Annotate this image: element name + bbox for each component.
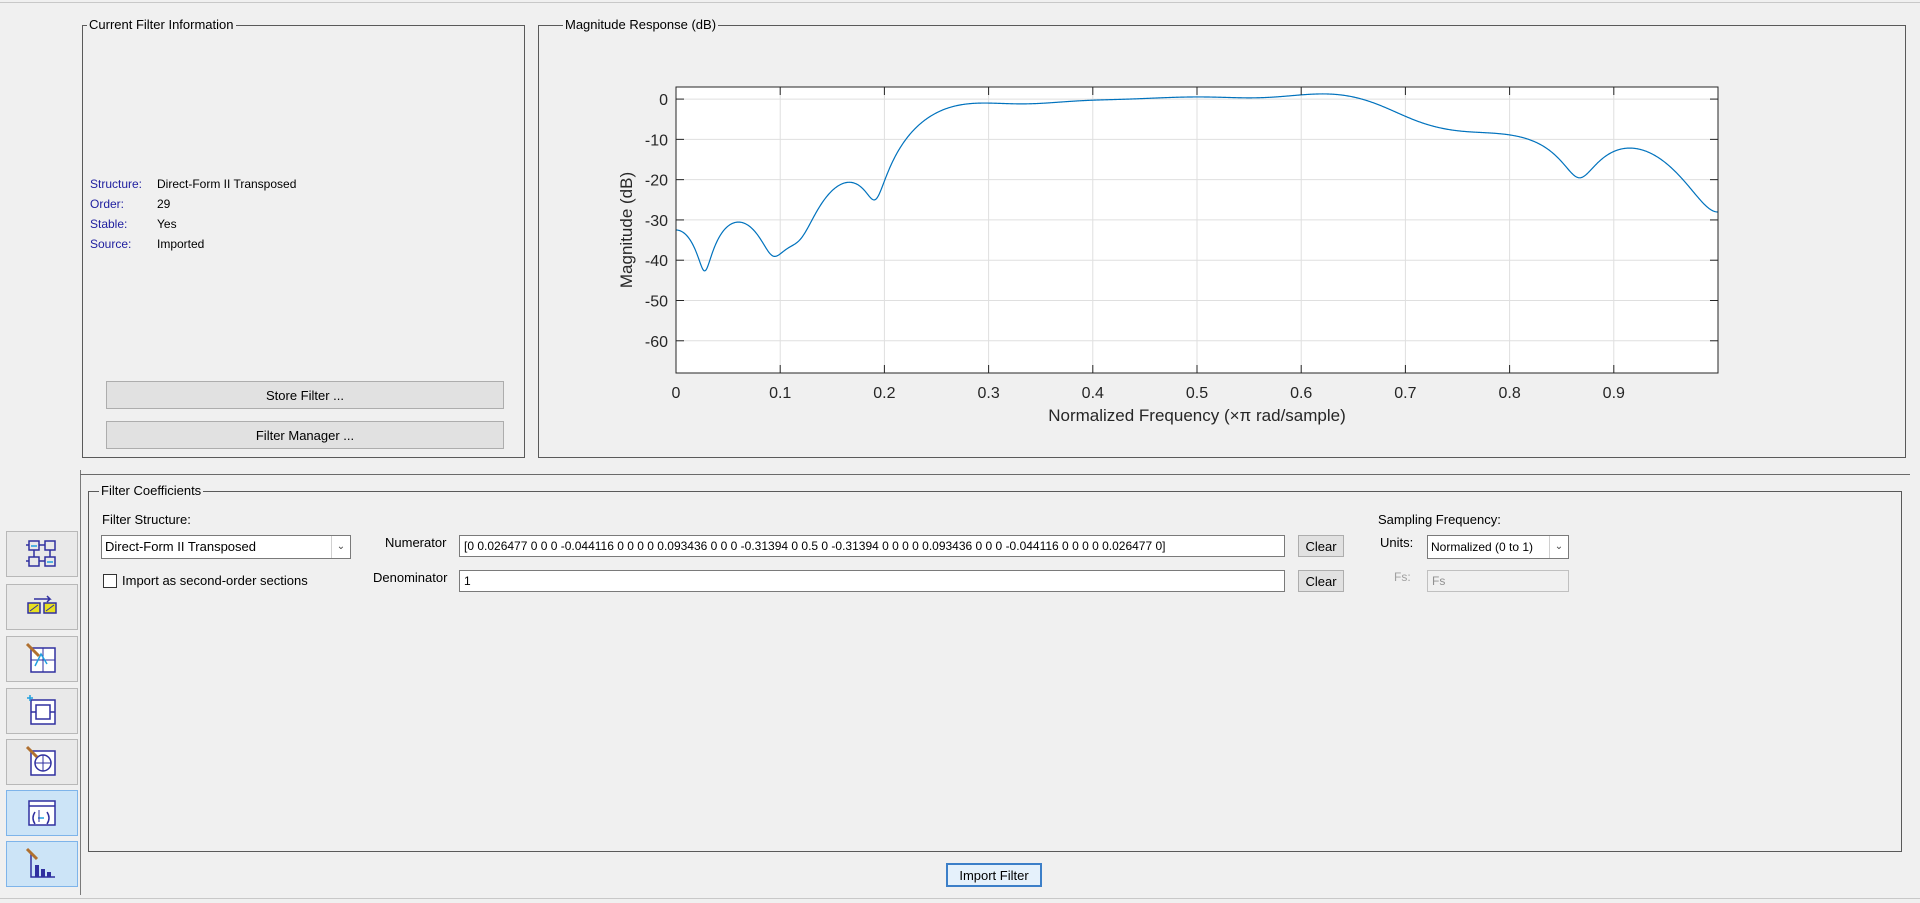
sos-checkbox-label: Import as second-order sections — [122, 573, 308, 588]
window-top-border — [0, 2, 1920, 3]
numerator-label: Numerator — [385, 535, 447, 550]
fs-label: Fs: — [1394, 570, 1411, 584]
units-value: Normalized (0 to 1) — [1431, 540, 1534, 554]
filter-info-row-structure: Structure: Direct-Form II Transposed — [90, 174, 510, 194]
sampling-frequency-label: Sampling Frequency: — [1378, 512, 1501, 527]
structure-label: Structure: — [90, 177, 143, 191]
order-value: 29 — [157, 197, 171, 211]
filter-structure-label: Filter Structure: — [102, 512, 191, 527]
x-tick-label: 0.2 — [873, 385, 895, 402]
realize-model-icon — [27, 695, 56, 725]
order-label: Order: — [90, 197, 125, 211]
magnitude-response-chart: 0 0.1 0.2 0.3 0.4 0.5 0.6 0.7 0.8 0.9 0 -10 -20 -30 -4… — [617, 86, 1719, 425]
y-tick-label: -40 — [645, 253, 668, 270]
window-bottom-border — [0, 898, 1920, 899]
fs-input[interactable]: Fs — [1427, 570, 1569, 592]
denominator-clear-button[interactable]: Clear — [1298, 570, 1344, 592]
sidebar-divider — [80, 470, 81, 895]
design-filter-icon — [26, 540, 56, 567]
multirate-design-icon — [25, 745, 56, 776]
filter-coefficients-title: Filter Coefficients — [101, 483, 202, 498]
denominator-input[interactable]: 1 — [459, 570, 1285, 592]
x-tick-label: 0.6 — [1290, 385, 1312, 402]
numerator-clear-button[interactable]: Clear — [1298, 535, 1344, 557]
filter-manager-button[interactable]: Filter Manager ... — [106, 421, 504, 449]
current-filter-info-title: Current Filter Information — [89, 17, 234, 32]
stable-value: Yes — [157, 217, 177, 231]
x-axis-label: Normalized Frequency (×π rad/sample) — [1048, 406, 1346, 425]
filter-structure-value: Direct-Form II Transposed — [105, 539, 256, 554]
x-tick-label: 0.1 — [769, 385, 791, 402]
x-tick-label: 0.3 — [977, 385, 999, 402]
filter-structure-dropdown[interactable]: Direct-Form II Transposed ⌄ — [101, 535, 351, 559]
magnitude-response-title: Magnitude Response (dB) — [565, 17, 717, 32]
filter-info-row-stable: Stable: Yes — [90, 214, 510, 234]
sidebar-item-multirate-design[interactable] — [6, 739, 78, 785]
import-filter-button[interactable]: Import Filter — [946, 863, 1042, 887]
x-tick-label: 0 — [672, 385, 681, 402]
sidebar-item-import-filter[interactable] — [6, 790, 78, 836]
sidebar-item-design-filter[interactable] — [6, 531, 78, 577]
units-dropdown[interactable]: Normalized (0 to 1) ⌄ — [1427, 535, 1569, 559]
store-filter-button[interactable]: Store Filter ... — [106, 381, 504, 409]
sidebar-item-pole-zero-editor[interactable] — [6, 636, 78, 682]
y-tick-label: 0 — [659, 92, 668, 109]
x-tick-label: 0.8 — [1498, 385, 1520, 402]
y-tick-label: -60 — [645, 334, 668, 351]
denominator-label: Denominator — [373, 570, 448, 585]
source-label: Source: — [90, 237, 132, 251]
export-filter-icon — [25, 847, 55, 878]
sidebar-item-export-filter[interactable] — [6, 841, 78, 887]
y-axis-label: Magnitude (dB) — [617, 172, 636, 288]
y-tick-label: -50 — [645, 293, 668, 310]
y-tick-label: -30 — [645, 213, 668, 230]
x-tick-label: 0.5 — [1186, 385, 1208, 402]
y-tick-label: -10 — [645, 132, 668, 149]
source-value: Imported — [157, 237, 205, 251]
import-filter-icon — [28, 800, 56, 826]
chevron-down-icon[interactable]: ⌄ — [1549, 536, 1568, 558]
numerator-input[interactable]: [0 0.026477 0 0 0 -0.044116 0 0 0 0 0.09… — [459, 535, 1285, 557]
structure-value: Direct-Form II Transposed — [157, 177, 297, 191]
coefficients-divider — [80, 474, 1910, 475]
filter-info-row-order: Order: 29 — [90, 194, 510, 214]
x-tick-label: 0.9 — [1603, 385, 1625, 402]
stable-label: Stable: — [90, 217, 128, 231]
sidebar-item-realize-model[interactable] — [6, 688, 78, 734]
x-tick-label: 0.4 — [1082, 385, 1104, 402]
sos-checkbox[interactable] — [103, 574, 117, 588]
transform-filter-icon — [27, 595, 57, 614]
chevron-down-icon[interactable]: ⌄ — [331, 536, 350, 558]
pole-zero-editor-icon — [25, 642, 56, 673]
filter-info-row-source: Source: Imported — [90, 234, 510, 254]
y-tick-label: -20 — [645, 173, 668, 190]
x-tick-label: 0.7 — [1394, 385, 1416, 402]
sidebar-item-transform-filter[interactable] — [6, 584, 78, 630]
units-label: Units: — [1380, 535, 1414, 550]
